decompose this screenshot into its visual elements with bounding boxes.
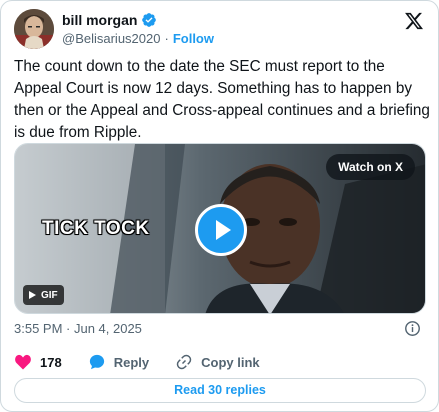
heart-icon [15, 354, 31, 370]
tweet-embed-card: bill morgan @Belisarius2020 · Follow The… [0, 0, 439, 412]
separator-dot: · [164, 31, 169, 46]
tweet-timestamp[interactable]: 3:55 PM · Jun 4, 2025 [14, 321, 142, 336]
reply-icon [89, 354, 104, 370]
reply-label: Reply [113, 354, 150, 370]
author-handle-row: @Belisarius2020 · Follow [62, 31, 214, 46]
tweet-header: bill morgan @Belisarius2020 · Follow [14, 7, 428, 49]
video-overlay-caption: TICK TOCK [42, 218, 150, 239]
action-bar: 178 Reply Copy link [14, 351, 286, 373]
follow-button[interactable]: Follow [173, 31, 214, 46]
gif-play-icon [29, 291, 36, 299]
gif-label: GIF [41, 289, 58, 301]
copy-link-label: Copy link [201, 354, 260, 370]
author-handle[interactable]: @Belisarius2020 [62, 31, 160, 46]
play-button[interactable] [195, 204, 247, 256]
author-name[interactable]: bill morgan [62, 12, 137, 28]
gif-badge: GIF [23, 285, 64, 305]
video-player[interactable]: Watch on X TICK TOCK GIF [14, 143, 426, 314]
info-icon[interactable] [404, 320, 421, 337]
watch-on-x-button[interactable]: Watch on X [326, 154, 415, 180]
avatar-image [14, 9, 54, 49]
avatar[interactable] [14, 9, 54, 49]
play-icon [216, 220, 231, 240]
like-button[interactable]: 178 [14, 353, 62, 371]
x-logo-icon[interactable] [404, 11, 424, 31]
read-replies-button[interactable]: Read 30 replies [14, 378, 426, 403]
author-name-row: bill morgan [62, 12, 157, 28]
verified-badge-icon [142, 13, 157, 27]
link-icon [176, 354, 192, 370]
tweet-text: The count down to the date the SEC must … [14, 58, 430, 141]
reply-button[interactable]: Reply [88, 353, 149, 371]
like-count: 178 [40, 354, 62, 370]
copy-link-button[interactable]: Copy link [175, 353, 260, 371]
